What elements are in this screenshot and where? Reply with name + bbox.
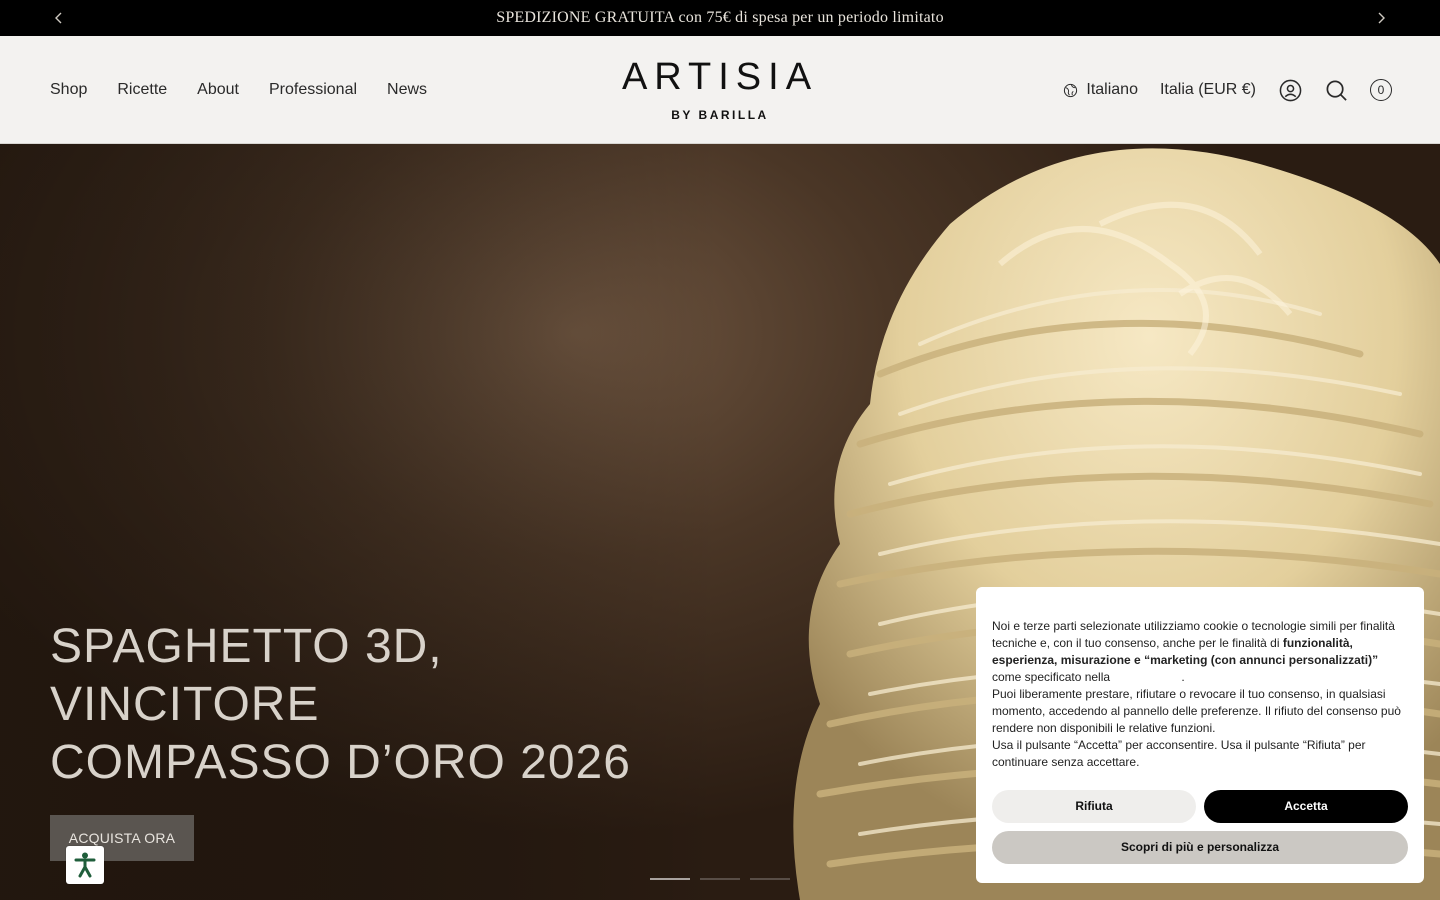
header-actions: Italiano Italia (EUR €) 0 <box>1063 36 1392 144</box>
announcement-prev-button[interactable] <box>41 0 77 36</box>
site-header: Shop Ricette About Professional News ART… <box>0 36 1440 144</box>
cookie-text-2: Puoi liberamente prestare, rifiutare o r… <box>992 687 1401 735</box>
nav-item-professional[interactable]: Professional <box>269 81 357 99</box>
cart-count: 0 <box>1377 83 1385 97</box>
main-nav: Shop Ricette About Professional News <box>50 36 427 144</box>
announcement-next-button[interactable] <box>1363 0 1399 36</box>
hero-title-line: SPAGHETTO 3D, <box>50 620 443 673</box>
nav-item-ricette[interactable]: Ricette <box>117 81 167 99</box>
hero-title: SPAGHETTO 3D, VINCITORE COMPASSO D’ORO 2… <box>50 618 631 792</box>
nav-item-shop[interactable]: Shop <box>50 81 87 99</box>
cookie-text-1: Noi e terze parti selezionate utilizziam… <box>992 618 1408 686</box>
logo-wordmark: ARTISIA <box>621 56 819 98</box>
cookie-buttons: Rifiuta Accetta Scopri di più e personal… <box>992 790 1408 864</box>
accessibility-button[interactable] <box>66 846 104 884</box>
reject-button[interactable]: Rifiuta <box>992 790 1196 823</box>
user-icon <box>1279 79 1301 101</box>
slide-dot-2[interactable] <box>700 878 740 880</box>
search-button[interactable] <box>1324 78 1348 102</box>
customize-button[interactable]: Scopri di più e personalizza <box>992 831 1408 864</box>
search-icon <box>1326 80 1347 101</box>
country-selector[interactable]: Italia (EUR €) <box>1160 81 1256 99</box>
globe-icon <box>1064 83 1078 97</box>
announcement-bar: SPEDIZIONE GRATUITA con 75€ di spesa per… <box>0 0 1440 36</box>
slide-dot-3[interactable] <box>750 878 790 880</box>
cookie-buttons-row: Rifiuta Accetta <box>992 790 1408 823</box>
logo-subtitle: BY BARILLA <box>671 108 769 122</box>
accessibility-icon <box>74 852 96 878</box>
slider-pagination <box>650 878 790 880</box>
site-logo[interactable]: ARTISIA BY BARILLA <box>580 58 860 122</box>
account-button[interactable] <box>1278 78 1302 102</box>
chevron-left-icon <box>55 12 62 24</box>
hero-title-line: VINCITORE <box>50 678 320 731</box>
nav-item-news[interactable]: News <box>387 81 427 99</box>
cart-button[interactable]: 0 <box>1370 79 1392 101</box>
slide-dot-1[interactable] <box>650 878 690 880</box>
cookie-text-1-end: . <box>1181 670 1185 684</box>
language-selector[interactable]: Italiano <box>1063 81 1138 99</box>
cookie-consent-banner: Noi e terze parti selezionate utilizziam… <box>976 587 1424 883</box>
chevron-right-icon <box>1378 12 1385 24</box>
accept-button[interactable]: Accetta <box>1204 790 1408 823</box>
language-label: Italiano <box>1086 81 1138 98</box>
cookie-text-3: Usa il pulsante “Accetta” per acconsenti… <box>992 738 1366 769</box>
announcement-text[interactable]: SPEDIZIONE GRATUITA con 75€ di spesa per… <box>496 9 944 27</box>
cookie-text-1b: come specificato nella <box>992 670 1111 684</box>
hero-title-line: COMPASSO D’ORO 2026 <box>50 736 631 789</box>
nav-item-about[interactable]: About <box>197 81 239 99</box>
